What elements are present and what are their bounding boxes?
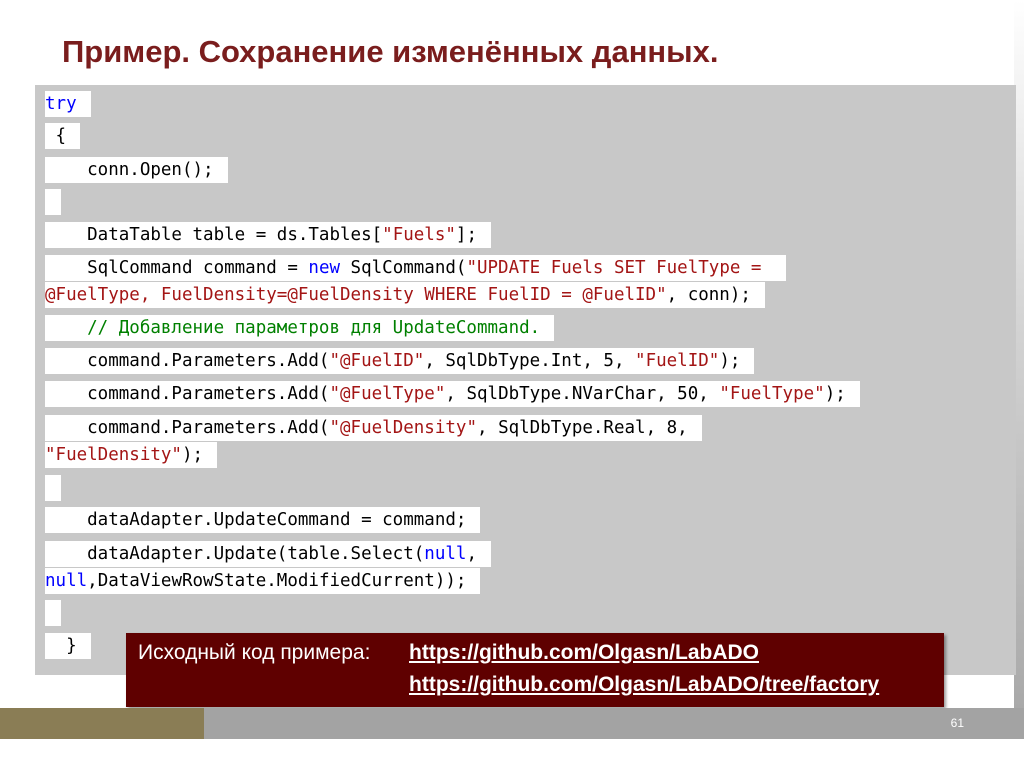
code-line-5: DataTable table = ds.Tables["Fuels"]; [45,222,491,248]
code-line-16: null,DataViewRowState.ModifiedCurrent)); [45,568,481,594]
github-link-labado[interactable]: https://github.com/Olgasn/LabADO [409,641,759,665]
source-label: Исходный код примера: [138,641,371,664]
code-line-4 [45,189,61,215]
code-line-17 [45,600,61,626]
github-link-labado-factory[interactable]: https://github.com/Olgasn/LabADO/tree/fa… [409,673,879,697]
code-line-14: dataAdapter.UpdateCommand = command; [45,507,481,533]
footer-bar-left [0,708,204,739]
code-keyword: try [45,94,77,114]
code-comment: // Добавление параметров для UpdateComma… [45,318,541,338]
code-line-2: { [45,123,81,149]
code-line-7: @FuelType, FuelDensity=@FuelDensity WHER… [45,282,765,308]
code-line-15: dataAdapter.Update(table.Select(null, [45,541,491,567]
code-line-6: SqlCommand command = new SqlCommand("UPD… [45,255,786,281]
code-line-11: command.Parameters.Add("@FuelDensity", S… [45,415,702,441]
code-line-1: try [45,91,91,117]
code-panel: try { conn.Open(); DataTable table = ds.… [35,85,1016,675]
page-number: 61 [950,716,964,730]
slide-title: Пример. Сохранение изменённых данных. [62,34,719,69]
code-line-12: "FuelDensity"); [45,442,218,468]
footer-bar-right [204,708,1024,739]
code-line-10: command.Parameters.Add("@FuelType", SqlD… [45,381,860,407]
source-code-callout: Исходный код примера: https://github.com… [126,633,944,707]
code-line-13 [45,475,61,501]
code-line-3: conn.Open(); [45,157,228,183]
code-line-18: } [45,633,91,659]
code-line-9: command.Parameters.Add("@FuelID", SqlDbT… [45,348,755,374]
code-line-8: // Добавление параметров для UpdateComma… [45,315,555,341]
